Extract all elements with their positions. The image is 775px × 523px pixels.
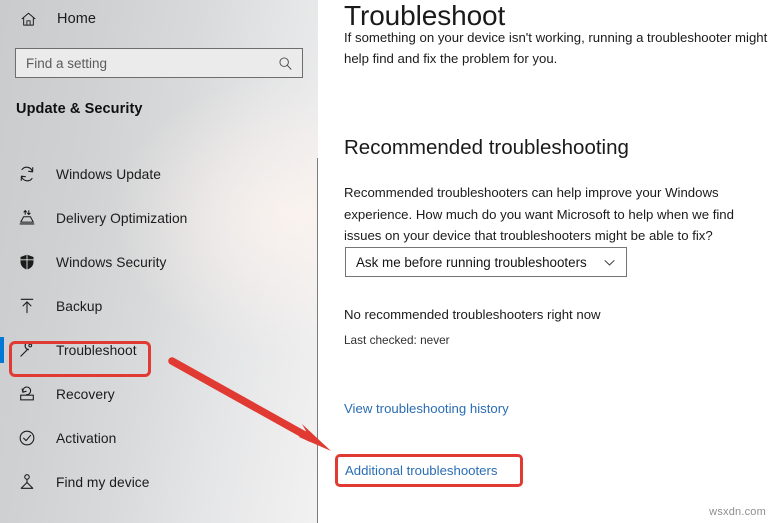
search-icon[interactable] [278, 56, 293, 71]
sidebar-item-label: Windows Update [56, 166, 161, 182]
upload-arrow-icon [16, 295, 38, 317]
sidebar-item-label: Backup [56, 298, 103, 314]
chevron-down-icon [602, 255, 617, 270]
sidebar-item-label: Activation [56, 430, 117, 446]
sidebar-nav: Windows Update Delivery Optimization Win… [0, 152, 318, 504]
selection-indicator [0, 337, 4, 363]
content-panel: Troubleshoot If something on your device… [318, 0, 775, 523]
sidebar-item-home-label: Home [57, 11, 97, 27]
link-view-troubleshooting-history[interactable]: View troubleshooting history [344, 401, 509, 416]
sidebar-item-home[interactable]: Home [0, 2, 318, 36]
watermark: wsxdn.com [709, 506, 766, 518]
sidebar-item-label: Find my device [56, 474, 150, 490]
recommended-heading: Recommended troubleshooting [344, 136, 629, 159]
delivery-upload-icon [16, 207, 38, 229]
recommended-status-text: No recommended troubleshooters right now [344, 307, 601, 322]
refresh-sync-icon [16, 163, 38, 185]
wrench-icon [16, 339, 38, 361]
search-input[interactable]: Find a setting [26, 56, 278, 71]
check-circle-icon [16, 427, 38, 449]
sidebar-item-windows-update[interactable]: Windows Update [0, 152, 318, 196]
dropdown-selected-value: Ask me before running troubleshooters [356, 254, 587, 270]
sidebar-item-label: Recovery [56, 386, 115, 402]
sidebar-item-activation[interactable]: Activation [0, 416, 318, 460]
settings-window: Home Find a setting Update & Security Wi… [0, 0, 775, 523]
page-description: If something on your device isn't workin… [344, 30, 768, 66]
sidebar-item-recovery[interactable]: Recovery [0, 372, 318, 416]
sidebar-item-backup[interactable]: Backup [0, 284, 318, 328]
sidebar-item-label: Windows Security [56, 254, 167, 270]
sidebar-section-title: Update & Security [16, 101, 143, 117]
sidebar-item-windows-security[interactable]: Windows Security [0, 240, 318, 284]
sidebar-item-find-my-device[interactable]: Find my device [0, 460, 318, 504]
search-box[interactable]: Find a setting [15, 48, 303, 78]
shield-icon [16, 251, 38, 273]
find-device-icon [16, 471, 38, 493]
home-icon [17, 8, 39, 30]
recommended-troubleshooting-dropdown[interactable]: Ask me before running troubleshooters [345, 247, 627, 277]
sidebar: Home Find a setting Update & Security Wi… [0, 0, 319, 523]
sidebar-item-label: Delivery Optimization [56, 210, 188, 226]
sidebar-item-delivery-optimization[interactable]: Delivery Optimization [0, 196, 318, 240]
recovery-icon [16, 383, 38, 405]
link-additional-troubleshooters[interactable]: Additional troubleshooters [345, 463, 498, 478]
sidebar-item-label: Troubleshoot [56, 342, 137, 358]
last-checked-text: Last checked: never [344, 333, 450, 347]
sidebar-item-troubleshoot[interactable]: Troubleshoot [0, 328, 318, 372]
recommended-description: Recommended troubleshooters can help imp… [344, 185, 734, 243]
